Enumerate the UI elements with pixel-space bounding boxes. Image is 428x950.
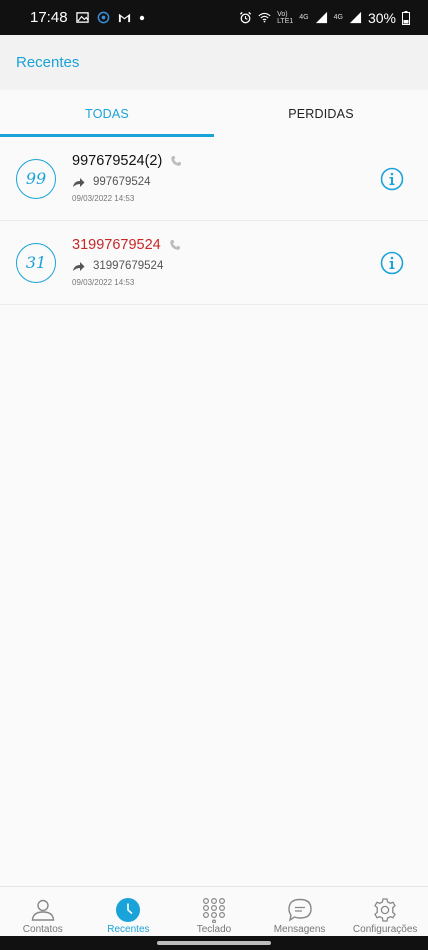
message-icon	[287, 898, 312, 922]
status-left: 17:48	[30, 9, 145, 26]
call-name: 31997679524	[72, 237, 161, 253]
phone-icon	[171, 156, 182, 166]
tab-todas[interactable]: TODAS	[0, 90, 214, 137]
status-right: Vo) LTE1 4G 4G 30%	[239, 10, 410, 26]
app-bar: Recentes	[0, 35, 428, 90]
nav-label: Teclado	[196, 924, 232, 935]
contact-avatar: 99	[16, 158, 56, 199]
call-list-item[interactable]: 31 31997679524 31997679524 09/03/2022 14…	[0, 221, 428, 305]
bottom-navigation: Contatos Recentes Teclado Mensagens Conf…	[0, 886, 428, 936]
call-date: 09/03/2022 14:53	[72, 194, 135, 203]
home-gesture-handle[interactable]	[157, 941, 271, 945]
dialpad-icon	[202, 897, 225, 923]
alarm-icon	[239, 11, 252, 24]
tab-perdidas[interactable]: PERDIDAS	[214, 90, 428, 137]
call-list-item[interactable]: 99 997679524(2) 997679524 09/03/2022 14:…	[0, 137, 428, 221]
nav-contatos[interactable]: Contatos	[0, 887, 86, 936]
clock-icon	[116, 898, 141, 922]
nav-recentes[interactable]: Recentes	[86, 887, 172, 936]
nav-configuracoes[interactable]: Configurações	[342, 887, 428, 936]
call-name: 997679524(2)	[72, 153, 163, 169]
page-title: Recentes	[16, 54, 80, 71]
nav-teclado[interactable]: Teclado	[171, 887, 257, 936]
tab-bar: TODAS PERDIDAS	[0, 90, 428, 137]
signal-1-icon	[315, 11, 327, 24]
battery-percent: 30%	[367, 9, 396, 26]
avatar-text: 31	[25, 253, 47, 272]
tab-todas-label: TODAS	[85, 106, 129, 121]
network-type: Vo) LTE1	[277, 10, 294, 25]
system-navigation-bar	[0, 936, 428, 950]
call-number: 997679524	[93, 176, 151, 188]
tab-perdidas-label: PERDIDAS	[288, 106, 354, 121]
battery-icon	[402, 10, 410, 25]
outgoing-arrow-icon	[73, 177, 85, 187]
person-icon	[31, 899, 55, 921]
phone-icon	[169, 240, 180, 250]
nav-mensagens[interactable]: Mensagens	[257, 887, 343, 936]
call-date: 09/03/2022 14:53	[72, 278, 135, 287]
call-info: 997679524(2) 997679524 09/03/2022 14:53	[72, 151, 182, 203]
call-info: 31997679524 31997679524 09/03/2022 14:53	[72, 235, 181, 287]
nav-label: Configurações	[352, 924, 418, 935]
nav-label: Contatos	[22, 924, 63, 935]
gallery-icon	[75, 12, 89, 23]
recent-calls-list: 99 997679524(2) 997679524 09/03/2022 14:…	[0, 137, 428, 305]
nav-label: Recentes	[107, 924, 150, 935]
info-icon[interactable]	[380, 167, 404, 191]
outgoing-arrow-icon	[73, 261, 85, 271]
app-notification-icon	[97, 11, 109, 24]
more-notifications-dot-icon	[139, 15, 144, 20]
nav-label: Mensagens	[273, 924, 326, 935]
signal-1-label: 4G	[299, 14, 309, 21]
contact-avatar: 31	[16, 242, 56, 283]
status-time: 17:48	[30, 9, 68, 26]
wifi-icon	[258, 12, 271, 23]
signal-2-icon	[349, 11, 362, 24]
gear-icon	[374, 898, 397, 922]
info-icon[interactable]	[380, 251, 404, 275]
status-bar: 17:48 Vo) LTE1 4G 4G 30%	[0, 0, 428, 35]
gmail-icon	[118, 13, 130, 23]
signal-2-label: 4G	[333, 14, 343, 21]
call-number: 31997679524	[93, 260, 164, 272]
avatar-text: 99	[25, 169, 47, 188]
